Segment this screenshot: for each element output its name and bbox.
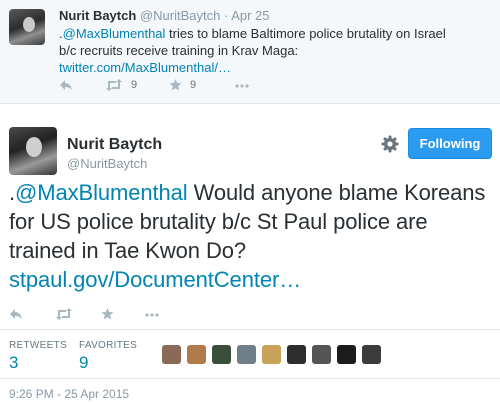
avatar[interactable] (362, 345, 381, 364)
reply-icon (10, 309, 22, 319)
reply-icon (60, 80, 72, 90)
avatar[interactable] (9, 127, 57, 175)
favorite-button[interactable]: 9 (169, 79, 196, 91)
tweet-stats: RETWEETS 3 FAVORITES 9 (0, 329, 500, 379)
mention-link[interactable]: @MaxBlumenthal (15, 180, 188, 205)
more-icon (235, 84, 249, 88)
favorites-count: 9 (79, 353, 89, 372)
avatar[interactable] (9, 9, 45, 45)
favoriter-avatars (162, 345, 381, 364)
favorites-stat[interactable]: FAVORITES 9 (79, 340, 137, 373)
main-tweet: Nurit Baytch @NuritBaytch Following .@Ma… (0, 105, 500, 405)
mention-link[interactable]: @MaxBlumenthal (63, 26, 166, 41)
retweet-icon (56, 308, 72, 320)
tweet-date[interactable]: Apr 25 (231, 8, 269, 23)
avatar[interactable] (212, 345, 231, 364)
retweets-stat[interactable]: RETWEETS 3 (9, 340, 67, 373)
url-link[interactable]: twitter.com/MaxBlumenthal/… (59, 60, 231, 75)
gear-icon[interactable] (381, 135, 399, 153)
star-icon (169, 79, 182, 91)
author-handle[interactable]: @NuritBaytch (140, 8, 220, 23)
avatar[interactable] (237, 345, 256, 364)
favorites-label: FAVORITES (79, 340, 138, 351)
author-name[interactable]: Nurit Baytch (59, 8, 136, 23)
parent-tweet[interactable]: Nurit Baytch @NuritBaytch · Apr 25 .@Max… (0, 0, 500, 104)
author-handle[interactable]: @NuritBaytch (67, 156, 147, 171)
avatar[interactable] (337, 345, 356, 364)
separator-dot: · (223, 8, 229, 23)
parent-tweet-text: .@MaxBlumenthal tries to blame Baltimore… (59, 25, 449, 76)
retweet-icon (106, 79, 122, 91)
retweet-button[interactable] (55, 308, 73, 320)
parent-tweet-header: Nurit Baytch @NuritBaytch · Apr 25 (59, 8, 270, 23)
tweet-timestamp[interactable]: 9:26 PM - 25 Apr 2015 (9, 387, 129, 401)
url-link[interactable]: stpaul.gov/DocumentCenter… (9, 267, 301, 292)
reply-button[interactable] (59, 79, 73, 91)
avatar[interactable] (187, 345, 206, 364)
retweets-count: 3 (9, 353, 19, 372)
following-button[interactable]: Following (408, 128, 492, 159)
retweet-count: 9 (131, 79, 138, 91)
favorite-count: 9 (190, 79, 197, 91)
star-icon (101, 308, 114, 320)
avatar[interactable] (162, 345, 181, 364)
more-icon (145, 313, 159, 317)
more-button[interactable] (145, 313, 159, 317)
avatar[interactable] (287, 345, 306, 364)
more-button[interactable] (235, 84, 249, 88)
author-name[interactable]: Nurit Baytch (67, 136, 162, 154)
favorite-button[interactable] (101, 308, 114, 320)
avatar[interactable] (312, 345, 331, 364)
reply-button[interactable] (9, 308, 23, 320)
avatar[interactable] (262, 345, 281, 364)
retweet-button[interactable]: 9 (105, 79, 137, 91)
main-tweet-text: .@MaxBlumenthal Would anyone blame Korea… (9, 178, 489, 294)
retweets-label: RETWEETS (9, 340, 67, 351)
